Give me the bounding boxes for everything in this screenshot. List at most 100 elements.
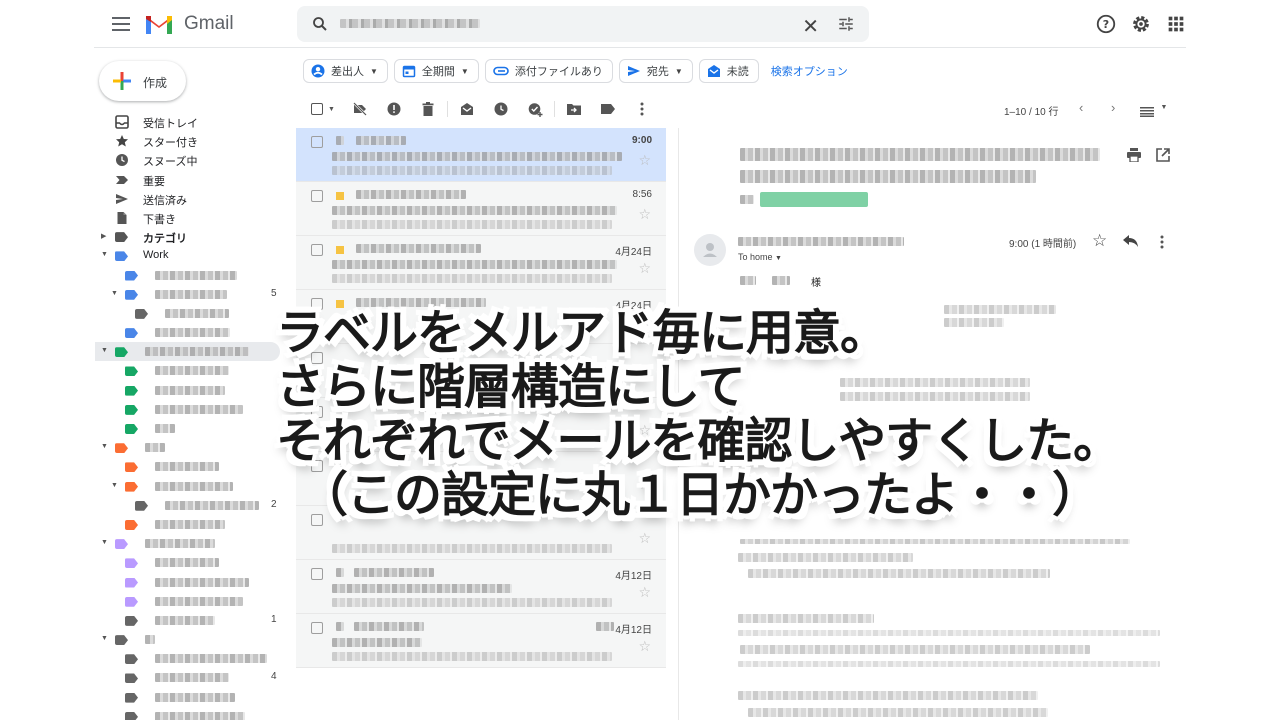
sidebar-label-work-2[interactable]: ▼ 5 <box>95 285 280 304</box>
sidebar-label-gray-a[interactable]: 1 <box>95 611 280 630</box>
collapse-arrow-icon[interactable]: ▼ <box>101 443 108 450</box>
expand-arrow-icon[interactable]: ▶ <box>101 232 106 240</box>
search-options-icon[interactable] <box>837 15 855 33</box>
settings-icon[interactable] <box>1130 13 1152 35</box>
sidebar-item-sent[interactable]: 送信済み <box>95 189 280 208</box>
remove-label-button[interactable] <box>343 98 377 120</box>
select-all-checkbox[interactable]: ▼ <box>303 98 343 120</box>
filter-from[interactable]: 差出人 ▼ <box>303 59 388 83</box>
sidebar-item-drafts[interactable]: 下書き <box>95 208 280 227</box>
mark-as-read-button[interactable] <box>450 98 484 120</box>
sidebar-label-orange-parent[interactable]: ▼ <box>95 438 280 457</box>
sidebar-item-snoozed[interactable]: スヌーズ中 <box>95 150 280 169</box>
row-checkbox[interactable] <box>311 136 323 148</box>
prev-page-button[interactable]: ‹ <box>1079 100 1083 115</box>
collapse-arrow-icon[interactable]: ▼ <box>111 482 118 489</box>
report-spam-button[interactable] <box>377 98 411 120</box>
mail-row[interactable]: 8:56 ☆ <box>296 182 666 236</box>
snooze-button[interactable] <box>484 98 518 120</box>
row-checkbox[interactable] <box>311 622 323 634</box>
mail-row[interactable]: ☆ <box>296 452 666 506</box>
help-icon[interactable]: ? <box>1095 13 1117 35</box>
sidebar-label-green-2[interactable] <box>95 381 280 400</box>
apps-icon[interactable] <box>1165 13 1187 35</box>
sidebar-item-important[interactable]: 重要 <box>95 170 280 189</box>
star-icon[interactable]: ☆ <box>638 584 651 601</box>
sidebar-label-gray-1[interactable] <box>95 649 280 668</box>
row-checkbox[interactable] <box>311 460 323 472</box>
row-checkbox[interactable] <box>311 244 323 256</box>
search-icon[interactable] <box>311 15 329 33</box>
mail-row[interactable]: 9:00 ☆ <box>296 128 666 182</box>
print-icon[interactable] <box>1126 148 1142 162</box>
mail-row[interactable]: ☆ <box>296 344 666 398</box>
star-icon[interactable]: ☆ <box>638 260 651 277</box>
sidebar-label-gray-parent[interactable]: ▼ <box>95 630 280 649</box>
dropdown-icon[interactable]: ▼ <box>328 106 335 113</box>
row-checkbox[interactable] <box>311 298 323 310</box>
filter-unread[interactable]: 未読 <box>698 59 759 83</box>
sidebar-label-orange-2[interactable]: ▼ <box>95 477 280 496</box>
sidebar-label-work-3[interactable] <box>95 323 280 342</box>
more-vert-icon[interactable] <box>1160 235 1164 249</box>
sender-avatar[interactable] <box>694 234 726 266</box>
sidebar-label-orange-2-sub[interactable]: 2 <box>95 496 280 515</box>
row-checkbox[interactable] <box>311 514 323 526</box>
star-icon[interactable]: ☆ <box>1092 231 1107 251</box>
sidebar-label-green-parent[interactable]: ▼ <box>95 342 280 362</box>
next-page-button[interactable]: › <box>1111 100 1115 115</box>
sidebar-label-gray-4[interactable] <box>95 707 280 720</box>
sidebar-label-gray-2[interactable]: 4 <box>95 668 280 687</box>
open-in-new-window-icon[interactable] <box>1156 148 1170 162</box>
collapse-arrow-icon[interactable]: ▼ <box>101 635 108 642</box>
compose-button[interactable]: 作成 <box>99 61 186 101</box>
sidebar-label-gray-3[interactable] <box>95 688 280 707</box>
star-icon[interactable]: ☆ <box>638 152 651 169</box>
collapse-arrow-icon[interactable]: ▼ <box>101 539 108 546</box>
sidebar-item-inbox[interactable]: 受信トレイ <box>95 112 280 131</box>
search-query-blurred[interactable] <box>340 19 480 28</box>
label-chip[interactable] <box>760 192 868 207</box>
filter-date[interactable]: 全期間 ▼ <box>393 59 479 83</box>
collapse-arrow-icon[interactable]: ▼ <box>111 290 118 297</box>
row-checkbox[interactable] <box>311 406 323 418</box>
sidebar-label-orange-1[interactable] <box>95 457 280 476</box>
sidebar-item-work[interactable]: ▼ Work <box>95 246 280 265</box>
star-icon[interactable]: ☆ <box>638 206 651 223</box>
mail-row[interactable]: ☆ <box>296 506 666 560</box>
pane-divider[interactable] <box>678 128 679 720</box>
sidebar-label-green-1[interactable] <box>95 361 280 380</box>
filter-has-attachment[interactable]: 添付ファイルあり <box>484 59 613 83</box>
density-toggle[interactable]: ▼ <box>1140 104 1167 122</box>
sidebar-label-green-3[interactable] <box>95 400 280 419</box>
mail-row[interactable]: 4月24日 ☆ <box>296 290 666 344</box>
sidebar-label-work-2-sub[interactable] <box>95 304 280 323</box>
mail-row[interactable]: 4月12日 ☆ <box>296 614 666 668</box>
more-options-button[interactable] <box>625 98 659 120</box>
mail-row[interactable]: 4月12日 ☆ <box>296 560 666 614</box>
mail-row[interactable]: 4月24日 ☆ <box>296 236 666 290</box>
sidebar-item-starred[interactable]: スター付き <box>95 131 280 150</box>
recipient-dropdown[interactable]: To home ▼ <box>738 252 782 262</box>
sidebar-label-green-4[interactable] <box>95 419 280 438</box>
sidebar-label-purple-2[interactable] <box>95 573 280 592</box>
collapse-arrow-icon[interactable]: ▼ <box>101 251 108 258</box>
collapse-arrow-icon[interactable]: ▼ <box>101 347 108 354</box>
star-icon[interactable]: ☆ <box>638 638 651 655</box>
star-icon[interactable]: ☆ <box>638 422 651 439</box>
search-bar[interactable]: ✕ <box>297 6 869 42</box>
sidebar-label-purple-3[interactable] <box>95 592 280 611</box>
row-checkbox[interactable] <box>311 352 323 364</box>
labels-button[interactable] <box>591 98 625 120</box>
clear-icon[interactable]: ✕ <box>802 14 819 39</box>
sidebar-label-purple-1[interactable] <box>95 553 280 572</box>
menu-icon[interactable] <box>110 13 132 35</box>
mail-row[interactable]: ☆ <box>296 398 666 452</box>
star-icon[interactable]: ☆ <box>638 314 651 331</box>
star-icon[interactable]: ☆ <box>638 368 651 385</box>
move-to-button[interactable] <box>557 98 591 120</box>
advanced-search-link[interactable]: 検索オプション <box>771 63 848 79</box>
sidebar-label-purple-parent[interactable]: ▼ <box>95 534 280 553</box>
sidebar-label-work-1[interactable] <box>95 266 280 285</box>
reply-icon[interactable] <box>1123 235 1139 247</box>
